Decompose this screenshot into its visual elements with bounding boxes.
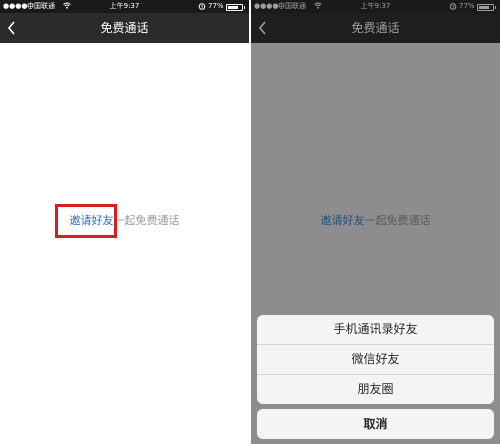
- status-bar: ●●●●○ 中国联通 上午9:37 77%: [251, 0, 500, 13]
- page-title: 免费通话: [351, 21, 400, 35]
- option-moments[interactable]: 朋友圈: [257, 375, 494, 404]
- navigation-bar: 免费通话: [0, 13, 249, 43]
- battery-icon: [226, 4, 245, 11]
- invite-row: 邀请好友一起免费通话: [251, 213, 500, 229]
- phone-screen-left: ●●●●○ 中国联通 上午9:37 77% 免费通话 邀请好友一起免费通话: [0, 0, 249, 444]
- invite-row: 邀请好友一起免费通话: [0, 213, 249, 229]
- page-title: 免费通话: [100, 21, 149, 35]
- highlight-annotation: [55, 204, 117, 238]
- share-action-sheet: 手机通讯录好友 微信好友 朋友圈: [257, 315, 494, 404]
- battery-level: [228, 6, 238, 9]
- option-wechat-friends[interactable]: 微信好友: [257, 345, 494, 375]
- invite-caption: 一起免费通话: [113, 214, 180, 227]
- battery-icon: [477, 4, 496, 11]
- status-bar: ●●●●○ 中国联通 上午9:37 77%: [0, 0, 249, 13]
- navigation-bar: 免费通话: [251, 13, 500, 43]
- battery-percent: 77%: [459, 2, 475, 10]
- main-content: 邀请好友一起免费通话: [0, 43, 249, 444]
- invite-friends-link: 邀请好友: [320, 214, 365, 227]
- phone-screen-right: ●●●●○ 中国联通 上午9:37 77% 免费通话 邀请好友一起免费通话 手机…: [251, 0, 500, 444]
- alarm-icon: [449, 3, 457, 10]
- cancel-button[interactable]: 取消: [257, 409, 494, 439]
- battery-level: [479, 6, 489, 9]
- invite-caption: 一起免费通话: [364, 214, 431, 227]
- alarm-icon: [198, 3, 206, 10]
- option-contacts-friends[interactable]: 手机通讯录好友: [257, 315, 494, 345]
- battery-percent: 77%: [208, 2, 224, 10]
